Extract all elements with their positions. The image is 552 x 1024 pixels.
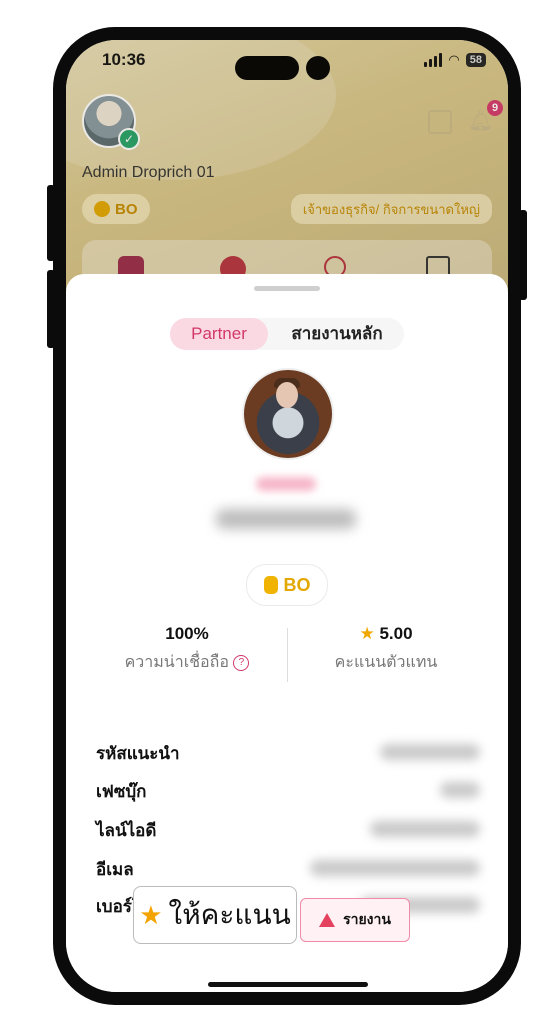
partner-avatar [242,368,334,460]
rate-button[interactable]: ★ ให้คะแนน [133,886,297,944]
home-indicator[interactable] [208,982,368,987]
rating-stat: ★ 5.00 คะแนนตัวแทน [286,624,486,675]
star-icon: ★ [139,899,163,930]
rate-button-label: ให้คะแนน [168,899,291,930]
rating-value: 5.00 [379,624,413,643]
info-value-redacted [440,782,480,798]
info-label: อีเมล [96,860,134,879]
partner-name-redacted [216,509,356,529]
partner-bottom-sheet: Partner สายงานหลัก BO 100% ความน่าเชื่อถ… [66,274,508,992]
medal-icon [263,576,278,594]
tab-bar: Partner สายงานหลัก [170,318,404,350]
info-row-email: อีเมล [96,856,480,880]
rank-badge: BO [246,564,328,606]
partner-nickname-redacted [256,477,316,491]
info-row-line-id: ไลน์ไอดี [96,817,480,841]
phone-screen: 10:36 ◠ 58 ✓ 🔔︎ 9 Admin Droprich 01 BO เ… [66,40,508,992]
info-row-referral: รหัสแนะนำ [96,740,480,764]
info-value-redacted [370,821,480,837]
reliability-stat: 100% ความน่าเชื่อถือ ? [87,624,287,675]
info-value-redacted [380,744,480,760]
rating-label: คะแนนตัวแทน [334,654,438,671]
warning-icon [319,913,336,927]
tab-partner[interactable]: Partner [170,318,268,350]
info-row-facebook: เฟซบุ๊ก [96,778,480,802]
info-label: ไลน์ไอดี [96,821,157,840]
avatar-face [276,382,298,408]
info-label: รหัสแนะนำ [96,744,180,763]
sheet-drag-handle[interactable] [254,286,320,291]
rank-badge-label: BO [283,574,311,595]
reliability-value: 100% [165,624,209,643]
help-icon[interactable]: ? [233,654,250,671]
report-button[interactable]: รายงาน [300,898,410,942]
star-icon: ★ [359,624,375,643]
tab-main-line[interactable]: สายงานหลัก [274,318,400,350]
info-label: เฟซบุ๊ก [96,782,147,801]
reliability-label: ความน่าเชื่อถือ [124,654,229,671]
report-button-label: รายงาน [343,911,391,927]
info-value-redacted [310,860,480,876]
